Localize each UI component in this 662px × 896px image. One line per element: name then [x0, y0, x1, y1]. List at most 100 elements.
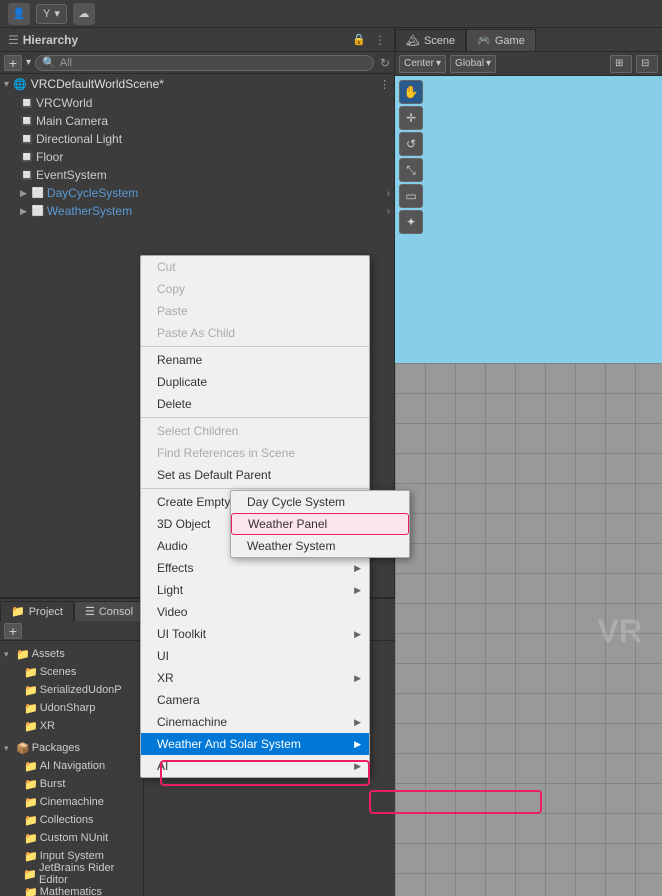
center-dropdown[interactable]: Center ▾ [399, 55, 446, 73]
ctx-paste-as-child[interactable]: Paste As Child [141, 322, 369, 344]
ctx-ui-toolkit[interactable]: UI Toolkit [141, 623, 369, 645]
ctx-xr[interactable]: XR [141, 667, 369, 689]
expand-arrow[interactable]: ▶ [20, 188, 27, 199]
tree-jetbrains[interactable]: 📁 JetBrains Rider Editor [0, 865, 143, 883]
ctx-cut[interactable]: Cut [141, 256, 369, 278]
branch-label: Y [43, 8, 50, 20]
refresh-icon[interactable]: ↻ [380, 56, 390, 70]
hierarchy-search-field[interactable]: 🔍 All [35, 55, 374, 71]
hierarchy-item-daycyclesystem[interactable]: ▶ ⬜ DayCycleSystem › [0, 184, 394, 202]
layers-dropdown[interactable]: ⊟ [636, 55, 658, 73]
ctx-label: Light [157, 583, 183, 597]
hierarchy-title: Hierarchy [23, 33, 78, 47]
ctx-label: Find References in Scene [157, 446, 295, 460]
cube-icon: 🔲 [20, 150, 34, 164]
tree-cinemachine[interactable]: 📁 Cinemachine [0, 793, 143, 811]
ctx-paste[interactable]: Paste [141, 300, 369, 322]
ctx-find-refs[interactable]: Find References in Scene [141, 442, 369, 464]
ctx-weather-solar[interactable]: Weather And Solar System [141, 733, 369, 755]
grid-dropdown[interactable]: ⊞ [610, 55, 632, 73]
global-dropdown[interactable]: Global ▾ [450, 55, 496, 73]
ctx-set-default-parent[interactable]: Set as Default Parent [141, 464, 369, 486]
tab-label: Game [495, 35, 525, 47]
tab-scene[interactable]: 🏔 Scene [395, 29, 466, 51]
tree-xr[interactable]: 📁 XR [0, 717, 143, 735]
hierarchy-header: ☰ Hierarchy 🔒 ⋮ [0, 28, 394, 52]
submenu-weather-system[interactable]: Weather System [231, 535, 409, 557]
folder-icon: 📁 [24, 684, 38, 697]
tab-project[interactable]: 📁 Project [0, 601, 74, 621]
tree-assets-root[interactable]: ▾ 📁 Assets [0, 645, 143, 663]
menu-dots-icon[interactable]: ⋮ [374, 33, 386, 47]
ctx-ui[interactable]: UI [141, 645, 369, 667]
folder-icon: 📁 [11, 605, 25, 618]
hand-tool-button[interactable]: ✋ [399, 80, 423, 104]
ctx-video[interactable]: Video [141, 601, 369, 623]
cube-icon: 🔲 [20, 114, 34, 128]
ctx-light[interactable]: Light [141, 579, 369, 601]
tab-console[interactable]: ☰ Consol [74, 601, 144, 621]
folder-icon: 📦 [16, 742, 30, 755]
ctx-label: Audio [157, 539, 188, 553]
tab-game[interactable]: 🎮 Game [466, 29, 536, 51]
tree-udonsharp[interactable]: 📁 UdonSharp [0, 699, 143, 717]
folder-icon: 📁 [16, 648, 30, 661]
ctx-effects[interactable]: Effects [141, 557, 369, 579]
game-tab-icon: 🎮 [477, 34, 491, 47]
weather-submenu: Day Cycle System Weather Panel Weather S… [230, 490, 410, 558]
scene-tools: ✋ ✛ ↺ ⤡ ▭ ✦ [399, 80, 423, 234]
tree-scenes[interactable]: 📁 Scenes [0, 663, 143, 681]
ctx-duplicate[interactable]: Duplicate [141, 371, 369, 393]
submenu-weather-panel[interactable]: Weather Panel [231, 513, 409, 535]
ctx-label: Cut [157, 260, 176, 274]
ctx-separator [141, 488, 369, 489]
scene-expand-arrow[interactable]: ▾ [4, 79, 9, 90]
branch-dropdown[interactable]: Y ▾ [36, 4, 67, 24]
item-label: Floor [36, 150, 63, 164]
cloud-icon[interactable]: ☁ [73, 3, 95, 25]
rotate-tool-button[interactable]: ↺ [399, 132, 423, 156]
add-asset-button[interactable]: + [4, 623, 22, 639]
tree-item-label: Cinemachine [40, 796, 104, 808]
hierarchy-item-eventsystem[interactable]: 🔲 EventSystem [0, 166, 394, 184]
tab-label: Project [29, 606, 63, 618]
item-label: WeatherSystem [47, 204, 132, 218]
tree-collections[interactable]: 📁 Collections [0, 811, 143, 829]
hierarchy-item-dirlight[interactable]: 🔲 Directional Light [0, 130, 394, 148]
submenu-day-cycle[interactable]: Day Cycle System [231, 491, 409, 513]
expand-arrow-icon: ▾ [4, 743, 14, 754]
ctx-select-children[interactable]: Select Children [141, 420, 369, 442]
ctx-delete[interactable]: Delete [141, 393, 369, 415]
hierarchy-item-weathersystem[interactable]: ▶ ⬜ WeatherSystem › [0, 202, 394, 220]
ctx-cinemachine[interactable]: Cinemachine [141, 711, 369, 733]
ctx-label: Delete [157, 397, 192, 411]
tree-packages-root[interactable]: ▾ 📦 Packages [0, 739, 143, 757]
ctx-copy[interactable]: Copy [141, 278, 369, 300]
rect-tool-button[interactable]: ▭ [399, 184, 423, 208]
tree-serializedudon[interactable]: 📁 SerializedUdonP [0, 681, 143, 699]
expand-arrow[interactable]: ▶ [20, 206, 27, 217]
right-arrow-icon: › [387, 188, 390, 199]
folder-icon: 📁 [24, 720, 38, 733]
tree-ai-navigation[interactable]: 📁 AI Navigation [0, 757, 143, 775]
tree-burst[interactable]: 📁 Burst [0, 775, 143, 793]
transform-tool-button[interactable]: ✦ [399, 210, 423, 234]
move-tool-button[interactable]: ✛ [399, 106, 423, 130]
add-hierarchy-button[interactable]: + [4, 55, 22, 71]
hierarchy-item-vrcworld[interactable]: 🔲 VRCWorld [0, 94, 394, 112]
ctx-label: Video [157, 605, 187, 619]
tree-customnunit[interactable]: 📁 Custom NUnit [0, 829, 143, 847]
ctx-label: Select Children [157, 424, 238, 438]
scene-menu-icon[interactable]: ⋮ [379, 78, 390, 91]
ctx-camera[interactable]: Camera [141, 689, 369, 711]
account-icon[interactable]: 👤 [8, 3, 30, 25]
hierarchy-item-maincamera[interactable]: 🔲 Main Camera [0, 112, 394, 130]
ctx-label: Create Empty [157, 495, 230, 509]
scale-tool-button[interactable]: ⤡ [399, 158, 423, 182]
lock-icon[interactable]: 🔒 [352, 33, 366, 46]
hierarchy-item-floor[interactable]: 🔲 Floor [0, 148, 394, 166]
submenu-label: Weather System [247, 539, 335, 553]
ctx-ai[interactable]: AI [141, 755, 369, 777]
top-toolbar: 👤 Y ▾ ☁ [0, 0, 662, 28]
ctx-rename[interactable]: Rename [141, 349, 369, 371]
